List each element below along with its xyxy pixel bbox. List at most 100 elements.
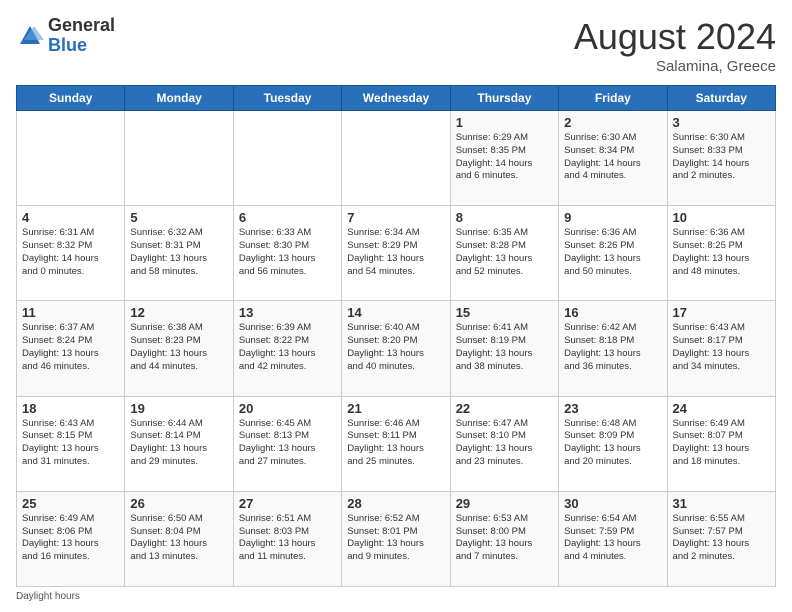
day-number: 15 bbox=[456, 305, 553, 320]
weekday-header-saturday: Saturday bbox=[667, 86, 775, 111]
day-info: Sunrise: 6:33 AM Sunset: 8:30 PM Dayligh… bbox=[239, 227, 336, 278]
day-info: Sunrise: 6:40 AM Sunset: 8:20 PM Dayligh… bbox=[347, 322, 444, 373]
calendar-cell: 24Sunrise: 6:49 AM Sunset: 8:07 PM Dayli… bbox=[667, 396, 775, 491]
calendar-cell bbox=[125, 111, 233, 206]
calendar-cell: 7 Sunrise: 6:34 AM Sunset: 8:29 PM Daylig… bbox=[342, 206, 450, 301]
calendar-cell: 31 Sunrise: 6:55 AM Sunset: 7:57 PM Dayli… bbox=[667, 491, 775, 586]
day-number: 18 bbox=[22, 401, 119, 416]
page: General Blue August 2024 Salamina, Greec… bbox=[0, 0, 792, 612]
day-number: 22 bbox=[456, 401, 553, 416]
day-number: 21 bbox=[347, 401, 444, 416]
calendar-cell: 15 Sunrise: 6:41 AM Sunset: 8:19 PM Dayli… bbox=[450, 301, 558, 396]
calendar-cell bbox=[233, 111, 341, 206]
day-info: Sunrise: 6:30 AM Sunset: 8:34 PM Dayligh… bbox=[564, 132, 661, 183]
weekday-row: SundayMondayTuesdayWednesdayThursdayFrid… bbox=[17, 86, 776, 111]
calendar-cell: 13 Sunrise: 6:39 AM Sunset: 8:22 PM Dayli… bbox=[233, 301, 341, 396]
weekday-header-sunday: Sunday bbox=[17, 86, 125, 111]
day-number: 13 bbox=[239, 305, 336, 320]
day-number: 10 bbox=[673, 210, 770, 225]
calendar-cell bbox=[342, 111, 450, 206]
daylight-label: Daylight hours bbox=[16, 591, 80, 602]
calendar-cell: 6Sunrise: 6:33 AM Sunset: 8:30 PM Daylig… bbox=[233, 206, 341, 301]
day-info: Sunrise: 6:51 AM Sunset: 8:03 PM Dayligh… bbox=[239, 513, 336, 564]
day-number: 26 bbox=[130, 496, 227, 511]
calendar-cell: 19Sunrise: 6:44 AM Sunset: 8:14 PM Dayli… bbox=[125, 396, 233, 491]
logo-blue-text: Blue bbox=[48, 36, 115, 56]
day-info: Sunrise: 6:39 AM Sunset: 8:22 PM Dayligh… bbox=[239, 322, 336, 373]
month-title: August 2024 bbox=[574, 16, 776, 58]
day-info: Sunrise: 6:31 AM Sunset: 8:32 PM Dayligh… bbox=[22, 227, 119, 278]
calendar: SundayMondayTuesdayWednesdayThursdayFrid… bbox=[16, 85, 776, 587]
day-info: Sunrise: 6:49 AM Sunset: 8:07 PM Dayligh… bbox=[673, 418, 770, 469]
day-number: 23 bbox=[564, 401, 661, 416]
week-row-3: 11 Sunrise: 6:37 AM Sunset: 8:24 PM Dayli… bbox=[17, 301, 776, 396]
day-info: Sunrise: 6:41 AM Sunset: 8:19 PM Dayligh… bbox=[456, 322, 553, 373]
day-number: 20 bbox=[239, 401, 336, 416]
calendar-cell: 10 Sunrise: 6:36 AM Sunset: 8:25 PM Dayli… bbox=[667, 206, 775, 301]
day-number: 17 bbox=[673, 305, 770, 320]
calendar-cell: 22 Sunrise: 6:47 AM Sunset: 8:10 PM Dayli… bbox=[450, 396, 558, 491]
day-info: Sunrise: 6:37 AM Sunset: 8:24 PM Dayligh… bbox=[22, 322, 119, 373]
day-info: Sunrise: 6:45 AM Sunset: 8:13 PM Dayligh… bbox=[239, 418, 336, 469]
day-info: Sunrise: 6:34 AM Sunset: 8:29 PM Dayligh… bbox=[347, 227, 444, 278]
calendar-cell: 3Sunrise: 6:30 AM Sunset: 8:33 PM Daylig… bbox=[667, 111, 775, 206]
day-info: Sunrise: 6:53 AM Sunset: 8:00 PM Dayligh… bbox=[456, 513, 553, 564]
day-info: Sunrise: 6:36 AM Sunset: 8:26 PM Dayligh… bbox=[564, 227, 661, 278]
calendar-cell: 26Sunrise: 6:50 AM Sunset: 8:04 PM Dayli… bbox=[125, 491, 233, 586]
weekday-header-tuesday: Tuesday bbox=[233, 86, 341, 111]
calendar-cell: 28 Sunrise: 6:52 AM Sunset: 8:01 PM Dayli… bbox=[342, 491, 450, 586]
day-number: 25 bbox=[22, 496, 119, 511]
calendar-cell: 5 Sunrise: 6:32 AM Sunset: 8:31 PM Daylig… bbox=[125, 206, 233, 301]
calendar-cell: 16 Sunrise: 6:42 AM Sunset: 8:18 PM Dayli… bbox=[559, 301, 667, 396]
day-number: 2 bbox=[564, 115, 661, 130]
day-number: 30 bbox=[564, 496, 661, 511]
day-info: Sunrise: 6:30 AM Sunset: 8:33 PM Dayligh… bbox=[673, 132, 770, 183]
calendar-cell: 25 Sunrise: 6:49 AM Sunset: 8:06 PM Dayli… bbox=[17, 491, 125, 586]
day-info: Sunrise: 6:54 AM Sunset: 7:59 PM Dayligh… bbox=[564, 513, 661, 564]
calendar-cell: 27 Sunrise: 6:51 AM Sunset: 8:03 PM Dayli… bbox=[233, 491, 341, 586]
day-number: 5 bbox=[130, 210, 227, 225]
day-number: 27 bbox=[239, 496, 336, 511]
day-info: Sunrise: 6:38 AM Sunset: 8:23 PM Dayligh… bbox=[130, 322, 227, 373]
calendar-cell: 18Sunrise: 6:43 AM Sunset: 8:15 PM Dayli… bbox=[17, 396, 125, 491]
calendar-cell: 29 Sunrise: 6:53 AM Sunset: 8:00 PM Dayli… bbox=[450, 491, 558, 586]
weekday-header-thursday: Thursday bbox=[450, 86, 558, 111]
logo-general-text: General bbox=[48, 16, 115, 36]
day-info: Sunrise: 6:43 AM Sunset: 8:17 PM Dayligh… bbox=[673, 322, 770, 373]
calendar-cell: 2 Sunrise: 6:30 AM Sunset: 8:34 PM Daylig… bbox=[559, 111, 667, 206]
day-info: Sunrise: 6:48 AM Sunset: 8:09 PM Dayligh… bbox=[564, 418, 661, 469]
day-number: 19 bbox=[130, 401, 227, 416]
day-info: Sunrise: 6:35 AM Sunset: 8:28 PM Dayligh… bbox=[456, 227, 553, 278]
calendar-cell: 4Sunrise: 6:31 AM Sunset: 8:32 PM Daylig… bbox=[17, 206, 125, 301]
calendar-header: SundayMondayTuesdayWednesdayThursdayFrid… bbox=[17, 86, 776, 111]
weekday-header-friday: Friday bbox=[559, 86, 667, 111]
weekday-header-wednesday: Wednesday bbox=[342, 86, 450, 111]
day-info: Sunrise: 6:52 AM Sunset: 8:01 PM Dayligh… bbox=[347, 513, 444, 564]
day-info: Sunrise: 6:49 AM Sunset: 8:06 PM Dayligh… bbox=[22, 513, 119, 564]
logo-icon bbox=[16, 22, 44, 50]
day-number: 29 bbox=[456, 496, 553, 511]
calendar-table: SundayMondayTuesdayWednesdayThursdayFrid… bbox=[16, 85, 776, 587]
day-number: 31 bbox=[673, 496, 770, 511]
calendar-cell: 17 Sunrise: 6:43 AM Sunset: 8:17 PM Dayli… bbox=[667, 301, 775, 396]
day-info: Sunrise: 6:42 AM Sunset: 8:18 PM Dayligh… bbox=[564, 322, 661, 373]
calendar-cell: 14Sunrise: 6:40 AM Sunset: 8:20 PM Dayli… bbox=[342, 301, 450, 396]
day-info: Sunrise: 6:55 AM Sunset: 7:57 PM Dayligh… bbox=[673, 513, 770, 564]
week-row-1: 1Sunrise: 6:29 AM Sunset: 8:35 PM Daylig… bbox=[17, 111, 776, 206]
calendar-cell: 9 Sunrise: 6:36 AM Sunset: 8:26 PM Daylig… bbox=[559, 206, 667, 301]
calendar-cell bbox=[17, 111, 125, 206]
day-info: Sunrise: 6:47 AM Sunset: 8:10 PM Dayligh… bbox=[456, 418, 553, 469]
day-info: Sunrise: 6:32 AM Sunset: 8:31 PM Dayligh… bbox=[130, 227, 227, 278]
week-row-5: 25 Sunrise: 6:49 AM Sunset: 8:06 PM Dayli… bbox=[17, 491, 776, 586]
day-number: 16 bbox=[564, 305, 661, 320]
day-number: 9 bbox=[564, 210, 661, 225]
day-number: 7 bbox=[347, 210, 444, 225]
day-number: 28 bbox=[347, 496, 444, 511]
day-number: 8 bbox=[456, 210, 553, 225]
day-number: 11 bbox=[22, 305, 119, 320]
week-row-4: 18Sunrise: 6:43 AM Sunset: 8:15 PM Dayli… bbox=[17, 396, 776, 491]
day-info: Sunrise: 6:36 AM Sunset: 8:25 PM Dayligh… bbox=[673, 227, 770, 278]
weekday-header-monday: Monday bbox=[125, 86, 233, 111]
week-row-2: 4Sunrise: 6:31 AM Sunset: 8:32 PM Daylig… bbox=[17, 206, 776, 301]
calendar-cell: 12Sunrise: 6:38 AM Sunset: 8:23 PM Dayli… bbox=[125, 301, 233, 396]
